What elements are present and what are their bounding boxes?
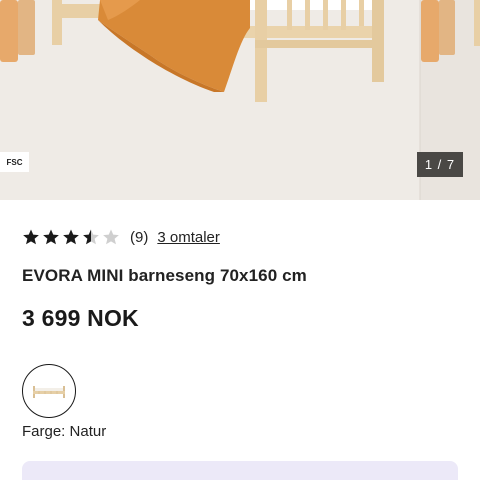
- image-counter: 1 / 7: [417, 152, 463, 177]
- info-banner: [22, 461, 458, 480]
- rating-count: (9): [130, 228, 149, 246]
- bed-thumbnail-icon: [33, 386, 65, 398]
- star-full-icon: [43, 229, 59, 245]
- star-full-icon: [23, 229, 39, 245]
- product-image: [0, 0, 480, 200]
- rating-row: (9) 3 omtaler: [22, 226, 220, 248]
- star-half-icon: [83, 229, 99, 245]
- star-empty-icon: [103, 229, 119, 245]
- star-full-icon: [63, 229, 79, 245]
- color-label: Farge: Natur: [22, 423, 107, 440]
- reviews-link[interactable]: 3 omtaler: [157, 229, 220, 246]
- product-title: EVORA MINI barneseng 70x160 cm: [22, 266, 307, 285]
- product-image-gallery[interactable]: FSC 1 / 7: [0, 0, 480, 200]
- color-swatch-natur[interactable]: [22, 364, 76, 418]
- star-rating: [22, 228, 120, 246]
- product-price: 3 699 NOK: [22, 305, 139, 331]
- fsc-badge: FSC: [0, 152, 29, 172]
